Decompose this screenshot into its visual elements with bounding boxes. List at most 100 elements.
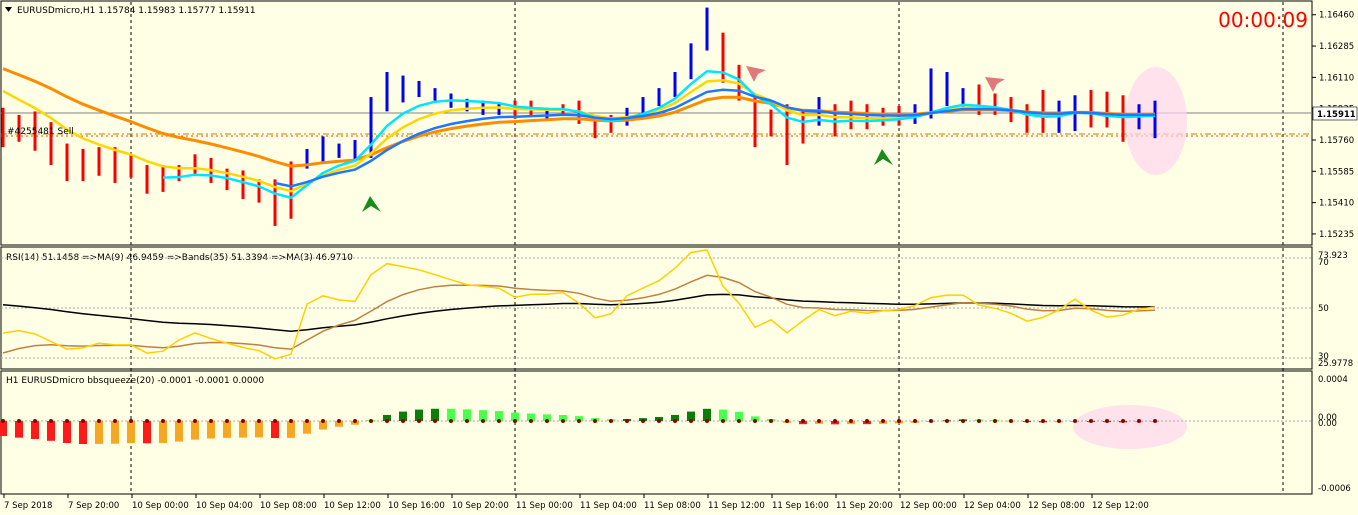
squeeze-dot [417,419,421,423]
price-tick-label: 1.16460 [1319,11,1354,21]
squeeze-bar [223,421,231,438]
price-tick-label: 1.15410 [1319,199,1354,209]
squeeze-dot [33,419,37,423]
squeeze-dot [641,419,645,423]
squeeze-bar [0,421,7,437]
squeeze-bar [111,421,119,444]
squeeze-dot [785,419,789,423]
time-tick-label: 10 Sep 12:00 [324,501,381,511]
squeeze-dot [161,419,165,423]
squeeze-dot [353,419,357,423]
squeeze-dot [337,419,341,423]
price-chart[interactable]: EURUSDmicro,H1 1.15784 1.15983 1.15777 1… [0,0,1358,515]
squeeze-dot [369,419,373,423]
time-tick-label: 12 Sep 00:00 [900,501,957,511]
squeeze-bar [287,421,295,438]
time-tick-label: 11 Sep 04:00 [580,501,637,511]
squeeze-dot [993,419,997,423]
squeeze-dot [129,419,133,423]
squeeze-dot [1009,419,1013,423]
time-tick-label: 11 Sep 12:00 [708,501,765,511]
squeeze-bar [15,421,23,438]
price-tick-label: 1.16285 [1319,42,1354,52]
price-tick-label: 1.15585 [1319,167,1354,177]
mt4-chart-window[interactable]: EURUSDmicro,H1 1.15784 1.15983 1.15777 1… [0,0,1358,515]
squeeze-bar [31,421,39,440]
squeeze-dot [65,419,69,423]
current-price-label: 1.15911 [1317,110,1356,120]
squeeze-dot [577,419,581,423]
squeeze-bar [47,421,55,441]
bar-countdown-clock: 00:00:09 [1218,8,1308,32]
time-tick-label: 10 Sep 20:00 [452,501,509,511]
squeeze-dot [705,419,709,423]
squeeze-dot [817,419,821,423]
squeeze-dot [449,419,453,423]
time-tick-label: 7 Sep 2018 [4,501,52,511]
squeeze-bar [207,421,215,439]
squeeze-dot [321,419,325,423]
squeeze-dot [737,419,741,423]
squeeze-dot [609,419,613,423]
squeeze-bar [255,421,263,438]
squeeze-dot [97,419,101,423]
squeeze-dot [945,419,949,423]
rsi-tick-min: 25.9778 [1318,359,1353,369]
price-axis[interactable]: 1.164601.162851.161101.159351.157601.155… [1312,11,1354,240]
squeeze-dot [689,419,693,423]
squeeze-dot [289,419,293,423]
chart-title: EURUSDmicro,H1 1.15784 1.15983 1.15777 1… [17,6,256,16]
time-axis[interactable]: 7 Sep 2018 7 Sep 20:00 10 Sep 00:00 10 Sep … [3,494,1149,511]
squeeze-dot [513,419,517,423]
squeeze-bar [175,421,183,442]
squeeze-dot [273,419,277,423]
rsi-tick-70: 70 [1318,258,1329,268]
squeeze-dot [177,419,181,423]
squeeze-bar [271,421,279,439]
squeeze-dot [465,419,469,423]
squeeze-dot [385,419,389,423]
squeeze-bar [127,421,135,444]
squeeze-dot [1105,419,1109,423]
squeeze-bar [95,421,103,444]
squeeze-dot [49,419,53,423]
squeeze-indicator-label: H1 EURUSDmicro bbsqueeze(20) -0.0001 -0.… [6,376,264,386]
squeeze-dot [753,419,757,423]
squeeze-tick-zero-b: 0.00 [1318,419,1337,429]
time-tick-label: 11 Sep 16:00 [772,501,829,511]
squeeze-dot [257,419,261,423]
squeeze-dot [625,419,629,423]
squeeze-dot [561,419,565,423]
squeeze-dot [529,419,533,423]
squeeze-dot [241,419,245,423]
squeeze-dot [209,419,213,423]
time-tick-label: 10 Sep 16:00 [388,501,445,511]
squeeze-dot [193,419,197,423]
time-tick-label: 10 Sep 00:00 [132,501,189,511]
squeeze-bar [239,421,247,438]
squeeze-dot [225,419,229,423]
squeeze-dot [897,419,901,423]
rsi-tick-50: 50 [1318,304,1329,314]
squeeze-dot [1057,419,1061,423]
squeeze-dot [865,419,869,423]
time-tick-label: 12 Sep 12:00 [1092,501,1149,511]
squeeze-dot [1025,419,1029,423]
squeeze-dot [881,419,885,423]
order-label[interactable]: #4255481 Sell [7,127,74,137]
squeeze-dot [145,419,149,423]
squeeze-dot [977,419,981,423]
squeeze-dot [849,419,853,423]
squeeze-dot [657,419,661,423]
time-tick-label: 12 Sep 08:00 [1028,501,1085,511]
main-panel-frame [0,0,1313,246]
price-tick-label: 1.15760 [1319,136,1354,146]
squeeze-dot [1073,419,1077,423]
time-tick-label: 12 Sep 04:00 [964,501,1021,511]
squeeze-dot [1137,419,1141,423]
time-tick-label: 10 Sep 04:00 [196,501,253,511]
time-tick-label: 11 Sep 08:00 [644,501,701,511]
squeeze-dot [913,419,917,423]
squeeze-dot [673,419,677,423]
squeeze-dot [17,419,21,423]
